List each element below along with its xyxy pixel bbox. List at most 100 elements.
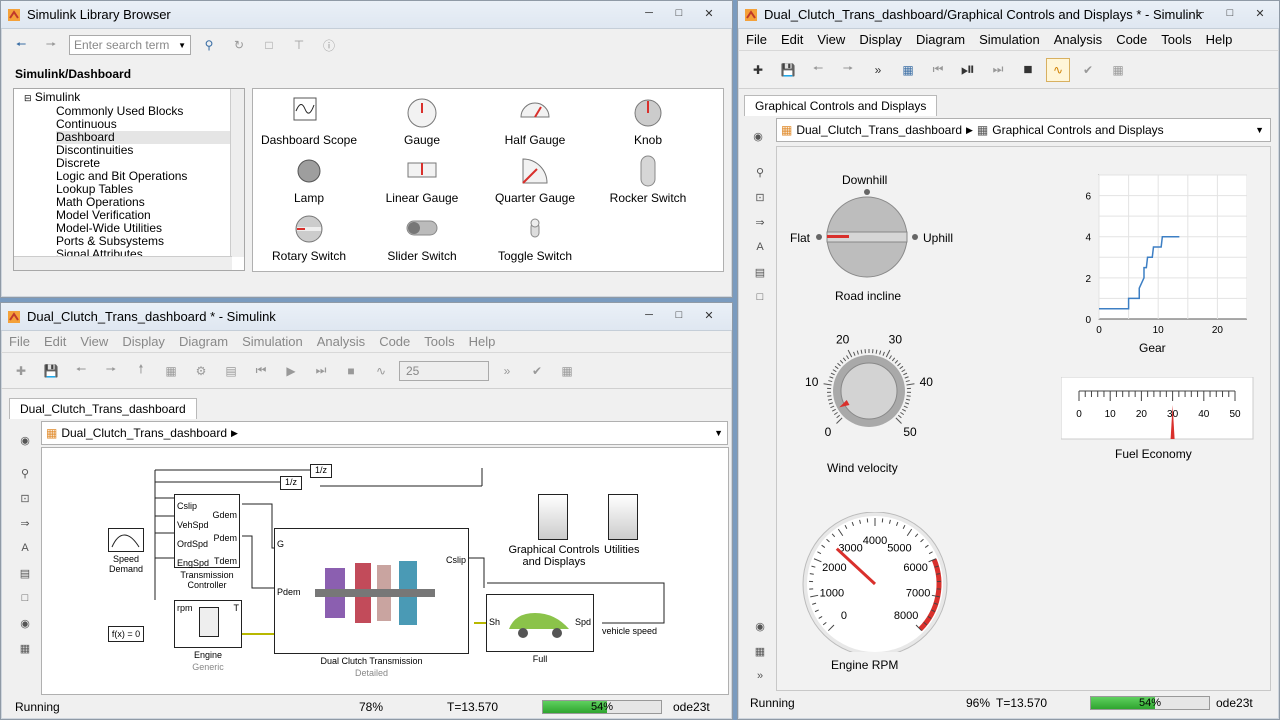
model-browser-icon[interactable]: ▦ xyxy=(750,641,770,661)
breadcrumb[interactable]: ▦ Dual_Clutch_Trans_dashboard ▶ ▼ xyxy=(41,421,728,445)
rotary-switch-road-incline[interactable]: Downhill Flat Uphill Road incline xyxy=(787,169,967,309)
annotation-icon[interactable]: A xyxy=(750,237,770,257)
delay-block[interactable]: 1/z xyxy=(310,464,332,478)
scope-icon[interactable]: ∿ xyxy=(1046,57,1070,82)
utilities-subsystem[interactable] xyxy=(608,494,638,540)
area-icon[interactable]: □ xyxy=(750,287,770,307)
menu-diagram[interactable]: Diagram xyxy=(179,334,228,349)
breadcrumb-item[interactable]: Graphical Controls and Displays xyxy=(992,123,1163,137)
engine-block[interactable]: rpm T xyxy=(174,600,242,648)
image-icon[interactable]: ▤ xyxy=(15,563,35,583)
arrow-icon[interactable]: ⇒ xyxy=(750,212,770,232)
menu-analysis[interactable]: Analysis xyxy=(1054,32,1102,47)
menu-simulation[interactable]: Simulation xyxy=(242,334,303,349)
library-icon[interactable]: ▦ xyxy=(896,58,920,82)
image-icon[interactable]: ▤ xyxy=(750,262,770,282)
new-model-icon[interactable]: ✚ xyxy=(746,58,770,82)
zoom-icon[interactable]: ⚲ xyxy=(750,162,770,182)
annotation-icon[interactable]: A xyxy=(15,538,35,558)
menu-edit[interactable]: Edit xyxy=(781,32,803,47)
model-explorer-icon[interactable]: ▤ xyxy=(219,359,243,383)
settings-gear-icon[interactable]: ⚙ xyxy=(189,359,213,383)
close-icon[interactable]: ✕ xyxy=(696,4,722,22)
check-icon[interactable]: ✔ xyxy=(1076,58,1100,82)
dashboard-titlebar[interactable]: Dual_Clutch_Trans_dashboard/Graphical Co… xyxy=(738,1,1279,29)
library-block-rocker-switch[interactable]: Rocker Switch xyxy=(598,155,698,205)
close-icon[interactable]: ✕ xyxy=(1247,4,1273,22)
delay-block[interactable]: 1/z xyxy=(280,476,302,490)
grid-icon[interactable]: ▦ xyxy=(555,359,579,383)
step-forward-icon[interactable]: ⏭ xyxy=(309,359,333,383)
search-icon[interactable]: ⚲ xyxy=(197,33,221,57)
menu-help[interactable]: Help xyxy=(469,334,496,349)
library-block-dashboard-scope[interactable]: Dashboard Scope xyxy=(259,97,359,147)
forward-arrow-icon[interactable]: 🠖 xyxy=(99,359,123,383)
hide-browser-icon[interactable]: ◉ xyxy=(748,126,768,146)
search-input[interactable]: Enter search term ▼ xyxy=(69,35,191,55)
up-arrow-icon[interactable]: 🠕 xyxy=(129,359,153,383)
tree-hscrollbar[interactable] xyxy=(14,256,232,270)
dashboard-scope-gear[interactable]: 0 10 20 0 2 4 6 Gear xyxy=(1067,169,1248,359)
menu-tools[interactable]: Tools xyxy=(1161,32,1191,47)
forward-arrow-icon[interactable]: 🠖 xyxy=(39,33,63,57)
step-forward-icon[interactable]: ⏭ xyxy=(986,58,1010,82)
menu-analysis[interactable]: Analysis xyxy=(317,334,365,349)
close-icon[interactable]: ✕ xyxy=(696,306,722,324)
transmission-controller-block[interactable]: Cslip VehSpd OrdSpd EngSpd Gdem Pdem Tdem xyxy=(174,494,240,568)
menu-view[interactable]: View xyxy=(80,334,108,349)
tree-scrollbar[interactable] xyxy=(230,89,244,257)
expand-icon[interactable]: ⊟ xyxy=(24,93,32,103)
help-icon[interactable]: ⓘ xyxy=(317,33,341,57)
step-back-icon[interactable]: ⏮ xyxy=(926,58,950,82)
grid-icon[interactable]: ▦ xyxy=(1106,58,1130,82)
stop-icon[interactable]: ■ xyxy=(339,359,363,383)
fit-view-icon[interactable]: ⊡ xyxy=(15,488,35,508)
library-tree[interactable]: ⊟ Simulink Commonly Used Blocks Continuou… xyxy=(13,88,245,271)
model-browser-icon[interactable]: ▦ xyxy=(15,638,35,658)
dropdown-arrow-icon[interactable]: ▼ xyxy=(178,41,186,50)
graphical-controls-subsystem[interactable] xyxy=(538,494,568,540)
menu-simulation[interactable]: Simulation xyxy=(979,32,1040,47)
constant-block[interactable]: f(x) = 0 xyxy=(108,626,144,642)
breadcrumb[interactable]: ▦ Dual_Clutch_Trans_dashboard ▶ ▦ Graphi… xyxy=(776,118,1271,142)
library-block-toggle-switch[interactable]: Toggle Switch xyxy=(485,213,585,263)
library-block-half-gauge[interactable]: Half Gauge xyxy=(485,97,585,147)
library-icon[interactable]: ▦ xyxy=(159,359,183,383)
pause-icon[interactable]: ⏯ xyxy=(956,58,980,82)
forward-arrow-icon[interactable]: 🠖 xyxy=(836,58,860,82)
chevron-down-icon[interactable]: ▼ xyxy=(714,428,723,438)
menu-edit[interactable]: Edit xyxy=(44,334,66,349)
minimize-icon[interactable]: ─ xyxy=(1187,4,1213,22)
new-folder-icon[interactable]: □ xyxy=(257,33,281,57)
camera-icon[interactable]: ◉ xyxy=(15,613,35,633)
breadcrumb-item[interactable]: Dual_Clutch_Trans_dashboard xyxy=(61,426,227,440)
menu-help[interactable]: Help xyxy=(1206,32,1233,47)
menu-file[interactable]: File xyxy=(9,334,30,349)
tree-root[interactable]: ⊟ Simulink xyxy=(24,91,244,105)
new-model-icon[interactable]: ✚ xyxy=(9,359,33,383)
hide-browser-icon[interactable]: ◉ xyxy=(15,430,35,450)
menu-file[interactable]: File xyxy=(746,32,767,47)
maximize-icon[interactable]: □ xyxy=(1217,4,1243,22)
knob-wind-velocity[interactable]: 0 10 20 30 40 50 Wind velocity xyxy=(797,329,947,479)
menu-diagram[interactable]: Diagram xyxy=(916,32,965,47)
menu-display[interactable]: Display xyxy=(122,334,165,349)
maximize-icon[interactable]: □ xyxy=(666,306,692,324)
check-icon[interactable]: ✔ xyxy=(525,359,549,383)
back-arrow-icon[interactable]: 🠔 xyxy=(806,58,830,82)
library-block-rotary-switch[interactable]: Rotary Switch xyxy=(259,213,359,263)
step-back-icon[interactable]: ⏮ xyxy=(249,359,273,383)
run-icon[interactable]: ▶ xyxy=(279,359,303,383)
stop-time-field[interactable]: 25 xyxy=(399,360,489,381)
back-arrow-icon[interactable]: 🠔 xyxy=(9,33,33,57)
library-block-knob[interactable]: Knob xyxy=(598,97,698,147)
camera-icon[interactable]: ◉ xyxy=(750,616,770,636)
model-canvas[interactable]: Speed Demand Cslip VehSpd OrdSpd EngSpd Gde… xyxy=(41,447,729,695)
zoom-icon[interactable]: ⚲ xyxy=(15,463,35,483)
speed-demand-block[interactable] xyxy=(108,528,144,552)
save-icon[interactable]: 💾 xyxy=(39,359,63,383)
minimize-icon[interactable]: ─ xyxy=(636,4,662,22)
menu-view[interactable]: View xyxy=(817,32,845,47)
model-titlebar[interactable]: Dual_Clutch_Trans_dashboard * - Simulink… xyxy=(1,303,732,331)
library-block-gauge[interactable]: Gauge xyxy=(372,97,472,147)
